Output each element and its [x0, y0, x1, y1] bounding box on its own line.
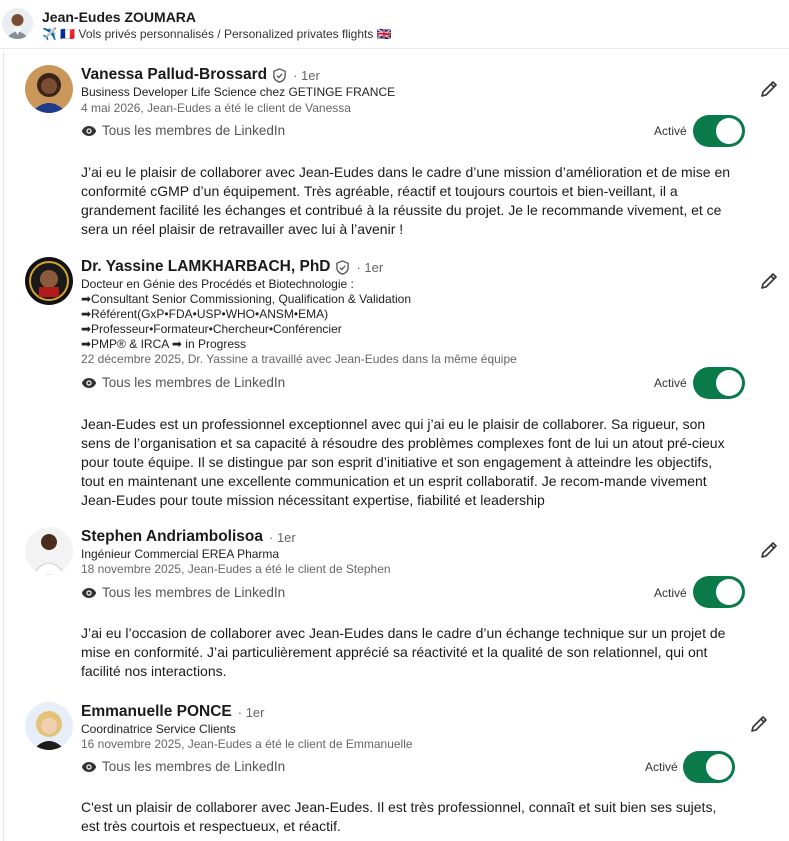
visibility-label: Tous les membres de LinkedIn	[102, 759, 286, 774]
visibility-setting[interactable]: Tous les membres de LinkedIn	[81, 759, 285, 774]
recommender-name[interactable]: Vanessa Pallud-Brossard	[81, 66, 267, 84]
connection-degree: · 1er	[237, 704, 265, 720]
status-label: Activé	[654, 376, 687, 390]
profile-name[interactable]: Jean-Eudes ZOUMARA	[42, 9, 196, 25]
recommendation-card: Emmanuelle PONCE · 1er Coordinatrice Ser…	[0, 702, 789, 841]
edit-pencil-icon[interactable]	[749, 714, 769, 734]
recommender-headline-line: ➡Professeur•Formateur•Chercheur•Conféren…	[81, 322, 342, 336]
recommender-headline-line: ➡Consultant Senior Commissioning, Qualif…	[81, 292, 411, 306]
visibility-toggle[interactable]	[693, 367, 745, 399]
visibility-label: Tous les membres de LinkedIn	[102, 375, 286, 390]
visibility-setting[interactable]: Tous les membres de LinkedIn	[81, 585, 285, 600]
toggle-knob	[716, 118, 742, 144]
profile-tagline: ✈️ 🇫🇷 Vols privés personnalisés / Person…	[42, 27, 392, 41]
profile-avatar[interactable]	[2, 8, 33, 39]
connection-degree: · 1er	[269, 529, 296, 545]
recommender-avatar[interactable]	[25, 257, 73, 305]
recommendation-card: Dr. Yassine LAMKHARBACH, PhD · 1er Docte…	[0, 257, 789, 508]
recommendation-meta: 18 novembre 2025, Jean-Eudes a été le cl…	[81, 562, 391, 576]
status-label: Activé	[654, 124, 687, 138]
edit-pencil-icon[interactable]	[759, 271, 779, 291]
connection-degree: · 1er	[293, 67, 320, 83]
status-label: Activé	[645, 760, 678, 774]
status-label: Activé	[654, 586, 687, 600]
recommendation-card: Vanessa Pallud-Brossard · 1er Business D…	[0, 65, 789, 245]
eye-icon	[81, 587, 97, 598]
recommendation-text: J’ai eu l’occasion de collaborer avec Je…	[81, 625, 726, 679]
recommendation-meta: 16 novembre 2025, Jean-Eudes a été le cl…	[81, 737, 413, 751]
recommender-headline-line: Docteur en Génie des Procédés et Biotech…	[81, 277, 354, 291]
verified-shield-icon	[273, 67, 286, 83]
eye-icon	[81, 125, 97, 136]
profile-header: Jean-Eudes ZOUMARA ✈️ 🇫🇷 Vols privés per…	[0, 0, 789, 46]
visibility-label: Tous les membres de LinkedIn	[102, 123, 286, 138]
visibility-toggle[interactable]	[683, 751, 735, 783]
recommendation-text: J’ai eu le plaisir de collaborer avec Je…	[81, 164, 731, 237]
toggle-knob	[706, 754, 732, 780]
edit-pencil-icon[interactable]	[759, 79, 779, 99]
visibility-toggle[interactable]	[693, 115, 745, 147]
recommender-avatar[interactable]	[25, 65, 73, 113]
recommendation-text: C'est un plaisir de collaborer avec Jean…	[81, 799, 717, 834]
verified-shield-icon	[336, 259, 350, 275]
visibility-toggle[interactable]	[693, 576, 745, 608]
recommender-headline: Business Developer Life Science chez GET…	[81, 85, 396, 99]
eye-icon	[81, 377, 97, 388]
connection-degree: · 1er	[356, 259, 384, 275]
recommender-avatar[interactable]	[25, 527, 73, 575]
visibility-setting[interactable]: Tous les membres de LinkedIn	[81, 123, 285, 138]
toggle-knob	[716, 370, 742, 396]
recommender-headline-line: ➡PMP® & IRCA ➡ in Progress	[81, 337, 246, 351]
recommendation-text: Jean-Eudes est un professionnel exceptio…	[81, 416, 725, 508]
visibility-label: Tous les membres de LinkedIn	[102, 585, 286, 600]
visibility-setting[interactable]: Tous les membres de LinkedIn	[81, 375, 285, 390]
recommender-headline: Coordinatrice Service Clients	[81, 722, 236, 736]
recommender-name[interactable]: Stephen Andriambolisoa	[81, 528, 263, 546]
recommendation-card: Stephen Andriambolisoa · 1er Ingénieur C…	[0, 527, 789, 679]
recommendation-meta: 22 décembre 2025, Dr. Yassine a travaill…	[81, 352, 517, 366]
edit-pencil-icon[interactable]	[759, 540, 779, 560]
header-divider	[0, 48, 789, 49]
recommendation-meta: 4 mai 2026, Jean-Eudes a été le client d…	[81, 101, 351, 115]
toggle-knob	[716, 579, 742, 605]
recommender-headline-line: ➡Référent(GxP•FDA•USP•WHO•ANSM•EMA)	[81, 307, 329, 321]
eye-icon	[81, 761, 97, 772]
recommender-avatar[interactable]	[25, 702, 73, 750]
recommender-headline: Ingénieur Commercial EREA Pharma	[81, 547, 280, 561]
recommender-name[interactable]: Dr. Yassine LAMKHARBACH, PhD	[81, 258, 330, 276]
recommender-name[interactable]: Emmanuelle PONCE	[81, 703, 232, 721]
